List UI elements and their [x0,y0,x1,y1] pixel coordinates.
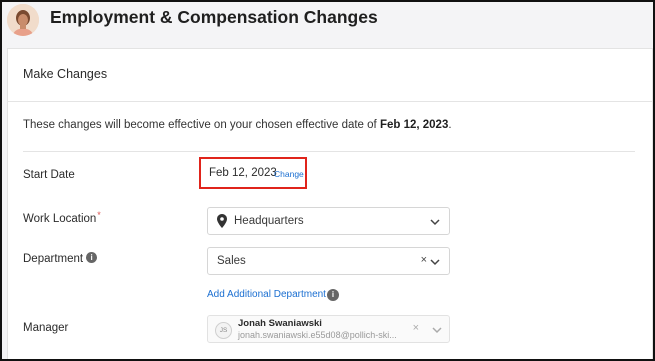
manager-name: Jonah Swaniawski [238,318,322,329]
department-label: Department i [23,252,98,265]
info-icon[interactable]: i [86,252,98,264]
notice-text: These changes will become effective on y… [23,119,380,131]
work-location-label: Work Location* [23,210,101,225]
change-start-date-link[interactable]: Change [274,169,304,179]
manager-email: jonah.swaniawski.e55d08@pollich-ski... [238,330,397,340]
work-location-value: Headquarters [234,215,304,227]
avatar-image [7,4,39,36]
divider [23,151,635,152]
divider [8,101,652,102]
manager-select[interactable]: JS Jonah Swaniawski jonah.swaniawski.e55… [207,315,450,343]
location-pin-icon [217,214,227,228]
clear-manager-icon[interactable]: × [413,322,419,334]
chevron-down-icon[interactable] [431,324,443,336]
notice-date: Feb 12, 2023 [379,119,449,131]
make-changes-card: Make Changes These changes will become e… [7,48,653,359]
department-value: Sales [217,255,246,267]
required-indicator: * [97,210,101,220]
chevron-down-icon[interactable] [429,216,441,228]
start-date-highlight: Feb 12, 2023 Change [199,157,307,189]
manager-initials-avatar: JS [215,322,232,339]
manager-label: Manager [23,322,69,334]
info-icon[interactable]: i [327,289,339,301]
work-location-label-text: Work Location [23,213,97,225]
department-select[interactable]: Sales × [207,247,450,275]
page-header: Employment & Compensation Changes [2,2,653,48]
department-label-text: Department [23,253,84,265]
add-additional-department-link[interactable]: Add Additional Department [207,289,326,300]
notice-suffix: . [448,119,452,131]
effective-date-notice: These changes will become effective on y… [23,119,452,131]
start-date-value: Feb 12, 2023 [209,167,277,179]
app-window: Employment & Compensation Changes Make C… [0,0,655,361]
clear-department-icon[interactable]: × [421,254,427,266]
avatar[interactable] [7,4,39,36]
chevron-down-icon[interactable] [429,256,441,268]
start-date-label: Start Date [23,169,75,181]
page-title: Employment & Compensation Changes [50,7,378,27]
card-title: Make Changes [23,67,108,81]
work-location-select[interactable]: Headquarters [207,207,450,235]
